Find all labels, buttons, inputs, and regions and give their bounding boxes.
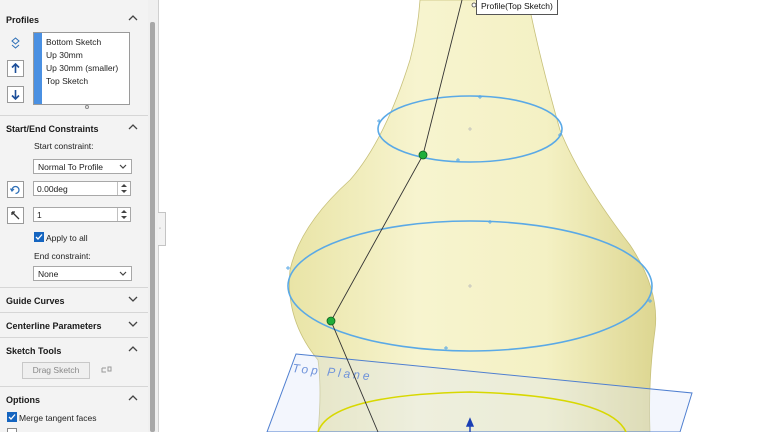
input-value: 0.00deg [37, 184, 68, 194]
drag-sketch-button[interactable]: Drag Sketch [22, 362, 90, 379]
constraints-header[interactable]: Start/End Constraints [0, 119, 148, 139]
merge-tangent-faces-checkbox[interactable] [7, 412, 17, 422]
undo-sketch-drag-icon[interactable] [100, 365, 113, 376]
list-item[interactable]: Top Sketch [46, 76, 88, 86]
end-constraint-select[interactable]: None [33, 266, 132, 281]
collapse-dot-icon: ◦ [159, 226, 162, 232]
tangent-length-button[interactable] [7, 207, 24, 224]
spin-arrows[interactable] [117, 208, 130, 221]
draft-angle-input[interactable]: 0.00deg [33, 181, 131, 196]
arrow-up-icon [11, 63, 20, 73]
profile-selection-bar [34, 33, 42, 104]
connector-handle[interactable] [326, 316, 336, 326]
chevron-up-icon [128, 346, 138, 352]
chevron-up-icon [128, 124, 138, 130]
profiles-header[interactable]: Profiles [0, 10, 148, 30]
chevron-up-icon [128, 15, 138, 21]
input-value: 1 [37, 210, 42, 220]
chevron-down-icon [128, 321, 138, 327]
divider [0, 386, 148, 387]
profile-callout[interactable]: Profile(Top Sketch) [476, 0, 558, 15]
select-value: None [38, 269, 59, 279]
move-down-button[interactable] [7, 86, 24, 103]
chevron-down-icon [119, 271, 127, 276]
apply-to-all-checkbox[interactable] [34, 232, 44, 242]
reverse-direction-button[interactable] [7, 181, 24, 198]
divider [0, 115, 148, 116]
chevron-up-icon [128, 395, 138, 401]
end-constraint-label: End constraint: [34, 251, 91, 261]
centerline-header[interactable]: Centerline Parameters [0, 316, 148, 336]
property-manager: Profiles Bottom Sketch Up 30mm Up 30mm (… [0, 0, 149, 432]
merge-tangent-faces-label: Merge tangent faces [19, 413, 97, 423]
section-title: Profiles [6, 15, 40, 25]
profiles-list[interactable]: Bottom Sketch Up 30mm Up 30mm (smaller) … [33, 32, 130, 105]
divider [0, 337, 148, 338]
graphics-area[interactable]: Top Plane [165, 0, 768, 432]
section-title: Guide Curves [6, 296, 65, 306]
connector-handle[interactable] [418, 150, 428, 160]
chevron-down-icon [119, 164, 127, 169]
scroll-thumb[interactable] [150, 22, 155, 432]
arrow-down-icon [11, 90, 20, 100]
tangent-arrow-icon [11, 211, 20, 220]
start-constraint-select[interactable]: Normal To Profile [33, 159, 132, 174]
list-item[interactable]: Bottom Sketch [46, 37, 101, 47]
select-value: Normal To Profile [38, 162, 104, 172]
rotate-icon [10, 185, 20, 195]
start-constraint-label: Start constraint: [34, 141, 94, 151]
check-icon [8, 414, 16, 420]
tangent-length-input[interactable]: 1 [33, 207, 131, 222]
sketch-tools-header[interactable]: Sketch Tools [0, 341, 148, 361]
chevron-down-icon [128, 296, 138, 302]
section-title: Start/End Constraints [6, 124, 99, 134]
check-icon [35, 234, 43, 240]
option-checkbox[interactable] [7, 428, 17, 432]
list-item[interactable]: Up 30mm (smaller) [46, 63, 118, 73]
divider [0, 312, 148, 313]
divider [0, 287, 148, 288]
section-title: Options [6, 395, 40, 405]
apply-to-all-label: Apply to all [46, 233, 88, 243]
resize-handle[interactable] [85, 105, 89, 109]
list-item[interactable]: Up 30mm [46, 50, 83, 60]
spin-arrows[interactable] [117, 182, 130, 195]
guide-curves-header[interactable]: Guide Curves [0, 291, 148, 311]
loft-profile-icon [7, 35, 24, 52]
section-title: Centerline Parameters [6, 321, 102, 331]
section-title: Sketch Tools [6, 346, 62, 356]
options-header[interactable]: Options [0, 390, 148, 410]
move-up-button[interactable] [7, 60, 24, 77]
